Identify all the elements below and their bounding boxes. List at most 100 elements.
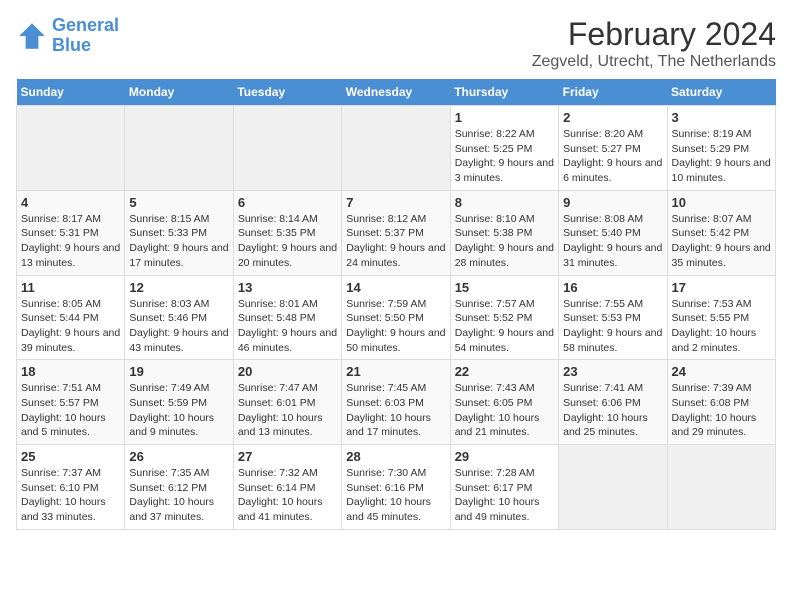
day-info: Sunrise: 7:37 AMSunset: 6:10 PMDaylight:…	[21, 466, 120, 525]
calendar-cell	[342, 106, 450, 191]
day-number: 26	[129, 449, 228, 464]
day-number: 20	[238, 364, 337, 379]
day-number: 29	[455, 449, 554, 464]
calendar-cell: 15 Sunrise: 7:57 AMSunset: 5:52 PMDayligh…	[450, 275, 558, 360]
calendar-cell: 22 Sunrise: 7:43 AMSunset: 6:05 PMDayligh…	[450, 360, 558, 445]
day-info: Sunrise: 8:01 AMSunset: 5:48 PMDaylight:…	[238, 297, 337, 356]
day-info: Sunrise: 7:43 AMSunset: 6:05 PMDaylight:…	[455, 381, 554, 440]
calendar-cell: 21 Sunrise: 7:45 AMSunset: 6:03 PMDayligh…	[342, 360, 450, 445]
calendar-cell: 24 Sunrise: 7:39 AMSunset: 6:08 PMDayligh…	[667, 360, 775, 445]
calendar-cell: 27 Sunrise: 7:32 AMSunset: 6:14 PMDayligh…	[233, 445, 341, 530]
calendar-cell: 29 Sunrise: 7:28 AMSunset: 6:17 PMDayligh…	[450, 445, 558, 530]
calendar-cell: 12Sunrise: 8:03 AMSunset: 5:46 PMDayligh…	[125, 275, 233, 360]
day-number: 6	[238, 195, 337, 210]
day-number: 11	[21, 280, 120, 295]
day-info: Sunrise: 8:17 AMSunset: 5:31 PMDaylight:…	[21, 212, 120, 271]
weekday-header: Wednesday	[342, 79, 450, 106]
day-number: 25	[21, 449, 120, 464]
day-number: 12	[129, 280, 228, 295]
day-info: Sunrise: 8:20 AMSunset: 5:27 PMDaylight:…	[563, 127, 662, 186]
day-info: Sunrise: 7:35 AMSunset: 6:12 PMDaylight:…	[129, 466, 228, 525]
day-info: Sunrise: 8:14 AMSunset: 5:35 PMDaylight:…	[238, 212, 337, 271]
day-number: 3	[672, 110, 771, 125]
calendar-table: SundayMondayTuesdayWednesdayThursdayFrid…	[16, 79, 776, 530]
calendar-cell: 7 Sunrise: 8:12 AMSunset: 5:37 PMDaylight…	[342, 190, 450, 275]
day-info: Sunrise: 7:53 AMSunset: 5:55 PMDaylight:…	[672, 297, 771, 356]
calendar-cell: 1 Sunrise: 8:22 AMSunset: 5:25 PMDaylight…	[450, 106, 558, 191]
day-info: Sunrise: 7:45 AMSunset: 6:03 PMDaylight:…	[346, 381, 445, 440]
day-info: Sunrise: 7:47 AMSunset: 6:01 PMDaylight:…	[238, 381, 337, 440]
calendar-week-row: 11 Sunrise: 8:05 AMSunset: 5:44 PMDayligh…	[17, 275, 776, 360]
day-number: 22	[455, 364, 554, 379]
weekday-header: Tuesday	[233, 79, 341, 106]
page-subtitle: Zegveld, Utrecht, The Netherlands	[532, 53, 776, 71]
calendar-cell	[233, 106, 341, 191]
calendar-cell: 3 Sunrise: 8:19 AMSunset: 5:29 PMDaylight…	[667, 106, 775, 191]
day-info: Sunrise: 8:19 AMSunset: 5:29 PMDaylight:…	[672, 127, 771, 186]
day-info: Sunrise: 7:41 AMSunset: 6:06 PMDaylight:…	[563, 381, 662, 440]
calendar-cell: 19Sunrise: 7:49 AMSunset: 5:59 PMDayligh…	[125, 360, 233, 445]
calendar-cell: 5 Sunrise: 8:15 AMSunset: 5:33 PMDaylight…	[125, 190, 233, 275]
calendar-cell: 16 Sunrise: 7:55 AMSunset: 5:53 PMDayligh…	[559, 275, 667, 360]
calendar-cell	[125, 106, 233, 191]
day-info: Sunrise: 8:10 AMSunset: 5:38 PMDaylight:…	[455, 212, 554, 271]
day-info: Sunrise: 8:22 AMSunset: 5:25 PMDaylight:…	[455, 127, 554, 186]
day-number: 24	[672, 364, 771, 379]
day-info: Sunrise: 8:07 AMSunset: 5:42 PMDaylight:…	[672, 212, 771, 271]
day-number: 13	[238, 280, 337, 295]
day-info: Sunrise: 7:57 AMSunset: 5:52 PMDaylight:…	[455, 297, 554, 356]
day-info: Sunrise: 8:12 AMSunset: 5:37 PMDaylight:…	[346, 212, 445, 271]
calendar-header-row: SundayMondayTuesdayWednesdayThursdayFrid…	[17, 79, 776, 106]
calendar-cell: 17 Sunrise: 7:53 AMSunset: 5:55 PMDayligh…	[667, 275, 775, 360]
calendar-cell: 14Sunrise: 7:59 AMSunset: 5:50 PMDayligh…	[342, 275, 450, 360]
day-number: 8	[455, 195, 554, 210]
day-number: 15	[455, 280, 554, 295]
calendar-cell: 8 Sunrise: 8:10 AMSunset: 5:38 PMDaylight…	[450, 190, 558, 275]
calendar-cell: 2 Sunrise: 8:20 AMSunset: 5:27 PMDaylight…	[559, 106, 667, 191]
calendar-cell: 9Sunrise: 8:08 AMSunset: 5:40 PMDaylight…	[559, 190, 667, 275]
day-info: Sunrise: 7:39 AMSunset: 6:08 PMDaylight:…	[672, 381, 771, 440]
calendar-week-row: 4 Sunrise: 8:17 AMSunset: 5:31 PMDaylight…	[17, 190, 776, 275]
day-info: Sunrise: 7:32 AMSunset: 6:14 PMDaylight:…	[238, 466, 337, 525]
logo: General Blue	[16, 16, 119, 56]
day-number: 27	[238, 449, 337, 464]
calendar-week-row: 1 Sunrise: 8:22 AMSunset: 5:25 PMDaylight…	[17, 106, 776, 191]
calendar-cell: 28Sunrise: 7:30 AMSunset: 6:16 PMDayligh…	[342, 445, 450, 530]
logo-icon	[16, 20, 48, 52]
day-info: Sunrise: 7:49 AMSunset: 5:59 PMDaylight:…	[129, 381, 228, 440]
day-number: 17	[672, 280, 771, 295]
calendar-cell: 13 Sunrise: 8:01 AMSunset: 5:48 PMDayligh…	[233, 275, 341, 360]
calendar-cell: 26 Sunrise: 7:35 AMSunset: 6:12 PMDayligh…	[125, 445, 233, 530]
day-number: 21	[346, 364, 445, 379]
calendar-week-row: 25 Sunrise: 7:37 AMSunset: 6:10 PMDayligh…	[17, 445, 776, 530]
page-header: General Blue February 2024 Zegveld, Utre…	[16, 16, 776, 71]
day-info: Sunrise: 7:28 AMSunset: 6:17 PMDaylight:…	[455, 466, 554, 525]
calendar-cell: 20 Sunrise: 7:47 AMSunset: 6:01 PMDayligh…	[233, 360, 341, 445]
weekday-header: Saturday	[667, 79, 775, 106]
calendar-cell: 10 Sunrise: 8:07 AMSunset: 5:42 PMDayligh…	[667, 190, 775, 275]
day-info: Sunrise: 8:08 AMSunset: 5:40 PMDaylight:…	[563, 212, 662, 271]
calendar-cell: 6 Sunrise: 8:14 AMSunset: 5:35 PMDaylight…	[233, 190, 341, 275]
day-number: 1	[455, 110, 554, 125]
day-number: 28	[346, 449, 445, 464]
day-number: 7	[346, 195, 445, 210]
calendar-cell: 23 Sunrise: 7:41 AMSunset: 6:06 PMDayligh…	[559, 360, 667, 445]
day-number: 16	[563, 280, 662, 295]
day-number: 2	[563, 110, 662, 125]
day-number: 18	[21, 364, 120, 379]
calendar-week-row: 18 Sunrise: 7:51 AMSunset: 5:57 PMDayligh…	[17, 360, 776, 445]
day-info: Sunrise: 8:05 AMSunset: 5:44 PMDaylight:…	[21, 297, 120, 356]
weekday-header: Sunday	[17, 79, 125, 106]
calendar-cell: 11 Sunrise: 8:05 AMSunset: 5:44 PMDayligh…	[17, 275, 125, 360]
calendar-cell: 25 Sunrise: 7:37 AMSunset: 6:10 PMDayligh…	[17, 445, 125, 530]
day-info: Sunrise: 8:15 AMSunset: 5:33 PMDaylight:…	[129, 212, 228, 271]
calendar-cell	[17, 106, 125, 191]
day-number: 5	[129, 195, 228, 210]
day-info: Sunrise: 7:51 AMSunset: 5:57 PMDaylight:…	[21, 381, 120, 440]
calendar-cell: 4 Sunrise: 8:17 AMSunset: 5:31 PMDaylight…	[17, 190, 125, 275]
day-number: 23	[563, 364, 662, 379]
day-number: 4	[21, 195, 120, 210]
day-number: 10	[672, 195, 771, 210]
weekday-header: Monday	[125, 79, 233, 106]
day-info: Sunrise: 7:55 AMSunset: 5:53 PMDaylight:…	[563, 297, 662, 356]
